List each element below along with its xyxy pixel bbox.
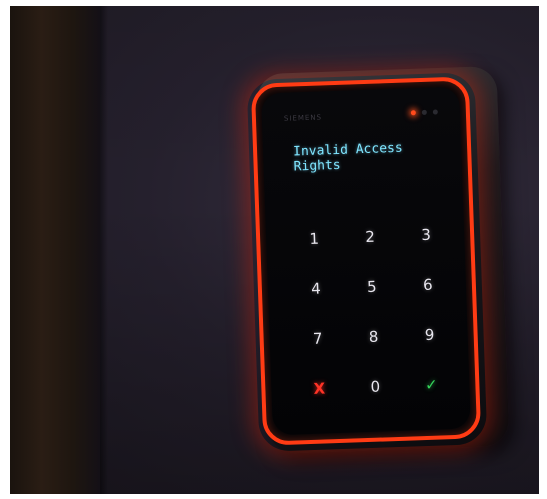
key-2[interactable]: 2 [341, 211, 399, 263]
key-4[interactable]: 4 [287, 263, 345, 315]
key-3[interactable]: 3 [397, 209, 455, 261]
status-led-2 [421, 109, 427, 115]
display-message: Invalid Access Rights [292, 140, 403, 175]
access-control-keypad: SIEMENS Invalid Access Rights 1 2 3 4 5 … [250, 76, 482, 446]
status-led-1 [410, 110, 416, 116]
status-led-3 [432, 109, 438, 115]
cancel-icon[interactable]: X [291, 363, 349, 415]
key-1[interactable]: 1 [285, 213, 343, 265]
key-6[interactable]: 6 [399, 259, 457, 311]
key-0[interactable]: 0 [347, 361, 405, 413]
keypad-grid: 1 2 3 4 5 6 7 8 9 X 0 ✓ [285, 209, 460, 415]
keypad-face: SIEMENS Invalid Access Rights 1 2 3 4 5 … [261, 86, 471, 436]
photo-frame: SIEMENS Invalid Access Rights 1 2 3 4 5 … [0, 0, 547, 499]
key-9[interactable]: 9 [401, 309, 459, 361]
status-leds [410, 109, 438, 116]
door-frame [10, 6, 108, 494]
key-5[interactable]: 5 [343, 261, 401, 313]
brand-label: SIEMENS [283, 113, 323, 123]
key-8[interactable]: 8 [345, 311, 403, 363]
photo: SIEMENS Invalid Access Rights 1 2 3 4 5 … [10, 6, 539, 494]
key-7[interactable]: 7 [289, 313, 347, 365]
checkmark-icon[interactable]: ✓ [403, 359, 461, 411]
